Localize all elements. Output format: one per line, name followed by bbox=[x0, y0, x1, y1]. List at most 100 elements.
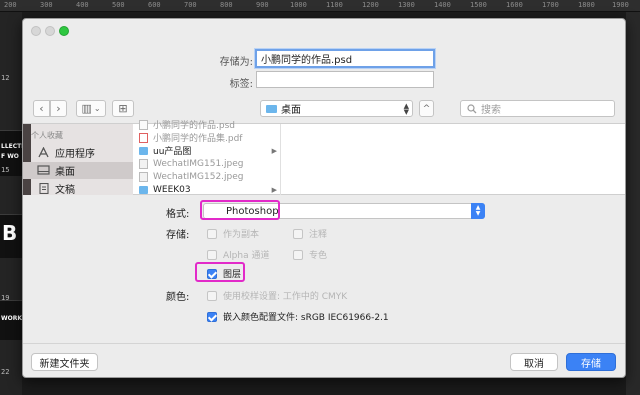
search-placeholder: 搜索 bbox=[481, 105, 501, 116]
file-row[interactable]: 小鹏同学的作品.psd bbox=[133, 118, 281, 131]
storage-label: 存储: bbox=[166, 230, 190, 241]
search-icon bbox=[467, 103, 477, 113]
ruler-tick: 1500 bbox=[470, 1, 487, 9]
file-row[interactable]: 小鹏同学的作品集.pdf bbox=[133, 131, 281, 144]
checkbox-box bbox=[293, 249, 303, 260]
new-folder-icon: ⊞ bbox=[118, 102, 128, 115]
save-dialog: 存储为: 小鹏同学的作品.psd 标签: ‹ › ▥ ⌄ ⊞ 桌面 ▲ ▼ ^ 搜… bbox=[22, 18, 626, 378]
button-label: 存储 bbox=[581, 358, 601, 370]
ruler-tick: 1900 bbox=[612, 1, 629, 9]
file-name: uu产品图 bbox=[153, 147, 192, 157]
sidebar-item-label: 桌面 bbox=[55, 167, 75, 178]
minimize-button[interactable] bbox=[45, 26, 55, 36]
file-name: WEEK03 bbox=[153, 184, 191, 195]
save-button[interactable]: 存储 bbox=[566, 353, 616, 371]
ruler-tick: 1200 bbox=[362, 1, 379, 9]
ruler-tick: 1000 bbox=[290, 1, 307, 9]
spot-color-checkbox[interactable]: 专色 bbox=[293, 248, 327, 261]
jpeg-file-icon bbox=[139, 171, 148, 182]
documents-icon bbox=[37, 182, 50, 195]
chevron-up-icon: ^ bbox=[422, 103, 431, 114]
chevron-down-icon: ⌄ bbox=[93, 104, 101, 113]
format-label: 格式: bbox=[166, 209, 190, 220]
cancel-button[interactable]: 取消 bbox=[510, 353, 558, 371]
checkbox-box bbox=[207, 228, 217, 239]
format-highlight bbox=[200, 200, 280, 220]
layers-highlight bbox=[195, 262, 245, 282]
artboard-thumbnail[interactable]: WORK bbox=[0, 300, 22, 340]
tags-field[interactable] bbox=[256, 71, 434, 88]
checkbox-label: 作为副本 bbox=[223, 230, 260, 240]
artboard-thumbnail[interactable]: B bbox=[0, 214, 22, 258]
strip-label: 12 bbox=[1, 74, 10, 82]
proof-setup-checkbox[interactable]: 使用校样设置: 工作中的 CMYK bbox=[207, 289, 347, 302]
file-browser: 个人收藏 应用程序 桌面 文稿 小鹏同学的作品.psd 小鹏同学的作品集.pdf… bbox=[23, 119, 625, 197]
new-folder-icon-button[interactable]: ⊞ bbox=[112, 100, 134, 117]
location-select[interactable]: 桌面 ▲ ▼ bbox=[260, 100, 413, 117]
button-label: 新建文件夹 bbox=[39, 358, 90, 370]
desktop-icon bbox=[37, 165, 50, 176]
checkbox-box bbox=[207, 290, 217, 301]
checkbox-label: 专色 bbox=[309, 251, 328, 261]
thumbnail-text: B bbox=[2, 221, 18, 245]
sidebar: 个人收藏 应用程序 桌面 文稿 bbox=[23, 124, 133, 197]
dialog-footer: 新建文件夹 取消 存储 bbox=[23, 343, 625, 377]
ruler-tick: 400 bbox=[76, 1, 89, 9]
strip-label: 15 bbox=[1, 166, 10, 174]
chevron-right-icon: › bbox=[56, 102, 61, 115]
strip-label: 22 bbox=[1, 368, 10, 376]
checkbox-label: 使用校样设置: 工作中的 CMYK bbox=[223, 292, 348, 302]
sidebar-section-favorites: 个人收藏 bbox=[31, 131, 63, 140]
layers-thumbnail-strip: LLECTI F WO B WORK 12 15 19 22 bbox=[0, 12, 24, 395]
ruler-tick: 800 bbox=[220, 1, 233, 9]
button-label: 取消 bbox=[524, 358, 544, 370]
save-as-field[interactable]: 小鹏同学的作品.psd bbox=[255, 49, 435, 68]
chevron-left-icon: ‹ bbox=[39, 102, 44, 115]
checkbox-label: 嵌入颜色配置文件: sRGB IEC61966-2.1 bbox=[223, 313, 389, 323]
new-folder-button[interactable]: 新建文件夹 bbox=[31, 353, 98, 371]
horizontal-ruler: 200 300 400 500 600 700 800 900 1000 110… bbox=[0, 0, 640, 12]
file-row[interactable]: WechatIMG152.jpeg bbox=[133, 170, 281, 183]
file-name: WechatIMG151.jpeg bbox=[153, 158, 244, 169]
jpeg-file-icon bbox=[139, 158, 148, 169]
file-name: 小鹏同学的作品.psd bbox=[153, 121, 235, 131]
file-row[interactable]: WechatIMG151.jpeg bbox=[133, 157, 281, 170]
forward-button[interactable]: › bbox=[50, 100, 67, 117]
background-panel bbox=[626, 12, 640, 395]
checkbox-box bbox=[207, 311, 217, 322]
as-copy-checkbox[interactable]: 作为副本 bbox=[207, 227, 259, 240]
file-name: WechatIMG152.jpeg bbox=[153, 171, 244, 182]
ruler-tick: 200 bbox=[4, 1, 17, 9]
collapse-button[interactable]: ^ bbox=[419, 100, 434, 117]
thumbnail-text: LLECTI bbox=[1, 143, 24, 150]
checkbox-label: 注释 bbox=[309, 230, 328, 240]
ruler-tick: 1700 bbox=[542, 1, 559, 9]
sidebar-item-desktop[interactable]: 桌面 bbox=[23, 162, 133, 179]
thumbnail-text: WORK bbox=[1, 315, 22, 322]
sidebar-item-applications[interactable]: 应用程序 bbox=[23, 144, 133, 161]
zoom-button[interactable] bbox=[59, 26, 69, 36]
folder-row[interactable]: uu产品图 ▶ bbox=[133, 144, 281, 157]
file-column: 小鹏同学的作品.psd 小鹏同学的作品集.pdf uu产品图 ▶ WechatI… bbox=[133, 119, 281, 196]
search-input[interactable]: 搜索 bbox=[460, 100, 615, 117]
disclosure-arrow-icon: ▶ bbox=[271, 146, 277, 155]
folder-icon bbox=[139, 185, 148, 194]
sidebar-item-documents[interactable]: 文稿 bbox=[23, 180, 133, 197]
view-mode-button[interactable]: ▥ ⌄ bbox=[76, 100, 106, 117]
embed-icc-checkbox[interactable]: 嵌入颜色配置文件: sRGB IEC61966-2.1 bbox=[207, 310, 389, 323]
notes-checkbox[interactable]: 注释 bbox=[293, 227, 327, 240]
checkbox-box bbox=[207, 249, 217, 260]
ruler-tick: 1300 bbox=[398, 1, 415, 9]
save-as-label: 存储为: bbox=[219, 57, 253, 68]
close-button[interactable] bbox=[31, 26, 41, 36]
updown-arrows-icon: ▲ ▼ bbox=[403, 102, 409, 116]
folder-icon bbox=[266, 104, 277, 113]
back-button[interactable]: ‹ bbox=[33, 100, 50, 117]
save-as-value: 小鹏同学的作品.psd bbox=[261, 55, 353, 66]
thumbnail-text: F WO bbox=[1, 153, 19, 160]
tags-label: 标签: bbox=[229, 79, 253, 90]
file-name: 小鹏同学的作品集.pdf bbox=[153, 134, 243, 144]
alpha-channel-checkbox[interactable]: Alpha 通道 bbox=[207, 248, 269, 261]
folder-icon bbox=[139, 146, 148, 155]
folder-row[interactable]: WEEK03 ▶ bbox=[133, 183, 281, 196]
